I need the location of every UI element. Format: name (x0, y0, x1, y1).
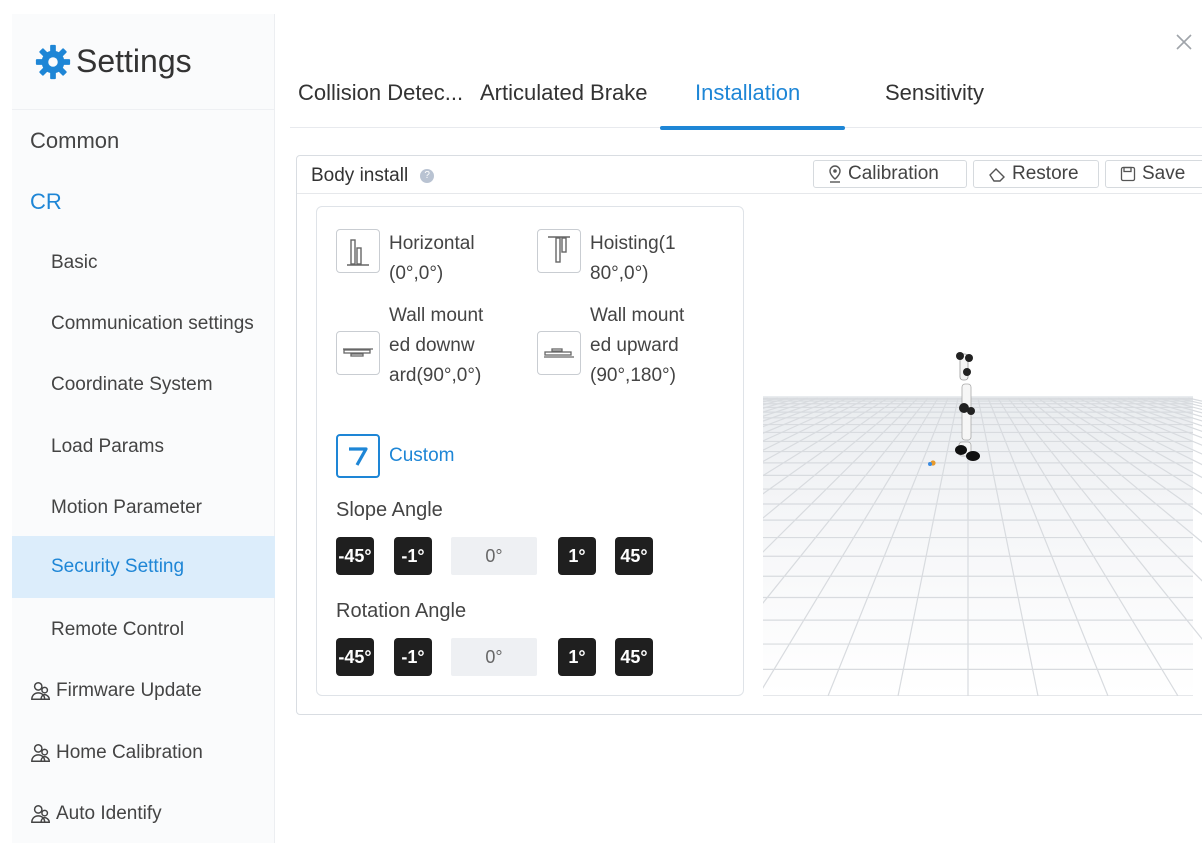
rotation-decrease-45-button[interactable]: -45° (336, 638, 374, 676)
restore-icon (989, 168, 1005, 182)
option-horizontal-label: Horizontal(0°,0°) (389, 233, 475, 284)
settings-sidebar: Settings Common CR Basic Communication s… (12, 14, 275, 843)
horizontal-mount-icon (336, 229, 380, 273)
hoisting-mount-icon (537, 229, 581, 273)
sidebar-item-communication-settings[interactable]: Communication settings (12, 293, 275, 355)
slope-decrease-45-button[interactable]: -45° (336, 537, 374, 575)
sidebar-item-firmware-update[interactable]: Firmware Update (12, 660, 275, 722)
custom-mount-icon (336, 434, 380, 478)
robot-3d-viewport[interactable] (0, 206, 1202, 697)
sidebar-item-label: Communication settings (51, 313, 254, 334)
grid-floor (0, 352, 1202, 697)
option-hoisting-label: Hoisting(180°,0°) (590, 233, 676, 284)
option-wall-up-label: Wall mounted upward(90°,180°) (590, 305, 685, 386)
sidebar-item-label: Auto Identify (56, 803, 162, 824)
user-group-icon (31, 744, 50, 762)
sidebar-item-basic[interactable]: Basic (12, 232, 275, 294)
wall-up-mount-icon (537, 331, 581, 375)
user-group-icon (31, 805, 50, 823)
sidebar-item-security-setting[interactable]: Security Setting (12, 536, 275, 598)
sidebar-item-label: Security Setting (51, 556, 185, 577)
restore-button-label: Restore (1012, 163, 1079, 184)
option-custom[interactable]: Custom (336, 434, 485, 478)
slope-angle-label: Slope Angle (336, 499, 443, 521)
sidebar-item-common[interactable]: Common (12, 110, 275, 172)
location-pin-icon (829, 165, 841, 183)
tab-articulated-brake[interactable]: Articulated Brake (480, 80, 648, 106)
sidebar-item-label: Motion Parameter (51, 497, 203, 518)
slope-angle-value[interactable]: 0° (451, 537, 537, 575)
sidebar-item-load-params[interactable]: Load Params (12, 416, 275, 478)
sidebar-item-label: Remote Control (51, 619, 185, 640)
sidebar-item-motion-parameter[interactable]: Motion Parameter (12, 477, 275, 539)
sidebar-item-auto-identify[interactable]: Auto Identify (12, 783, 275, 843)
sidebar-header: Settings (12, 14, 274, 110)
sidebar-item-label: Basic (51, 252, 98, 273)
sidebar-item-label: Load Params (51, 436, 165, 457)
sidebar-item-label: Coordinate System (51, 374, 213, 395)
close-icon[interactable] (1172, 30, 1196, 54)
rotation-increase-45-button[interactable]: 45° (615, 638, 653, 676)
tab-installation[interactable]: Installation (695, 80, 800, 106)
calibration-button[interactable]: Calibration (813, 160, 967, 188)
sidebar-item-cr[interactable]: CR (12, 171, 275, 233)
rotation-angle-value[interactable]: 0° (451, 638, 537, 676)
install-options-card: Horizontal(0°,0°) Hoisting(180°,0°) Wall… (316, 206, 744, 696)
sidebar-title: Settings (76, 43, 192, 79)
sidebar-item-label: CR (30, 189, 62, 214)
option-horizontal[interactable]: Horizontal(0°,0°) (336, 229, 485, 289)
slope-increase-45-button[interactable]: 45° (615, 537, 653, 575)
save-icon (1120, 166, 1136, 182)
option-wall-mounted-downward[interactable]: Wall mounted downward(90°,0°) (336, 301, 485, 391)
sidebar-item-label: Home Calibration (56, 742, 203, 763)
rotation-increase-1-button[interactable]: 1° (558, 638, 596, 676)
sidebar-item-remote-control[interactable]: Remote Control (12, 599, 275, 661)
sidebar-item-coordinate-system[interactable]: Coordinate System (12, 354, 275, 416)
option-wall-down-label: Wall mounted downward(90°,0°) (389, 305, 484, 386)
rotation-angle-label: Rotation Angle (336, 600, 467, 622)
sidebar-item-home-calibration[interactable]: Home Calibration (12, 722, 275, 784)
user-group-icon (31, 682, 50, 700)
slope-increase-1-button[interactable]: 1° (558, 537, 596, 575)
sidebar-item-label: Common (30, 128, 120, 153)
help-icon[interactable]: ? (420, 169, 435, 183)
calibration-button-label: Calibration (848, 163, 939, 184)
save-button[interactable]: Save (1105, 160, 1202, 188)
option-wall-mounted-upward[interactable]: Wall mounted upward(90°,180°) (537, 301, 686, 391)
option-custom-label: Custom (389, 445, 455, 466)
restore-button[interactable]: Restore (973, 160, 1099, 188)
active-tab-indicator (660, 126, 845, 130)
slope-decrease-1-button[interactable]: -1° (394, 537, 432, 575)
gear-icon (35, 44, 71, 79)
option-hoisting[interactable]: Hoisting(180°,0°) (537, 229, 686, 289)
panel-title: Body install ? (311, 165, 435, 187)
tab-sensitivity[interactable]: Sensitivity (885, 80, 984, 106)
installation-panel: Body install ? Calibration Restore Save … (0, 155, 1202, 715)
sidebar-item-label: Firmware Update (56, 680, 202, 701)
panel-title-text: Body install (311, 165, 409, 186)
panel-header: Body install ? Calibration Restore Save (297, 156, 1202, 194)
tab-bar: Collision Detec... Articulated Brake Ins… (290, 60, 1202, 130)
save-button-label: Save (1142, 163, 1186, 184)
wall-down-mount-icon (336, 331, 380, 375)
rotation-decrease-1-button[interactable]: -1° (394, 638, 432, 676)
tab-collision-detection[interactable]: Collision Detec... (298, 80, 463, 106)
